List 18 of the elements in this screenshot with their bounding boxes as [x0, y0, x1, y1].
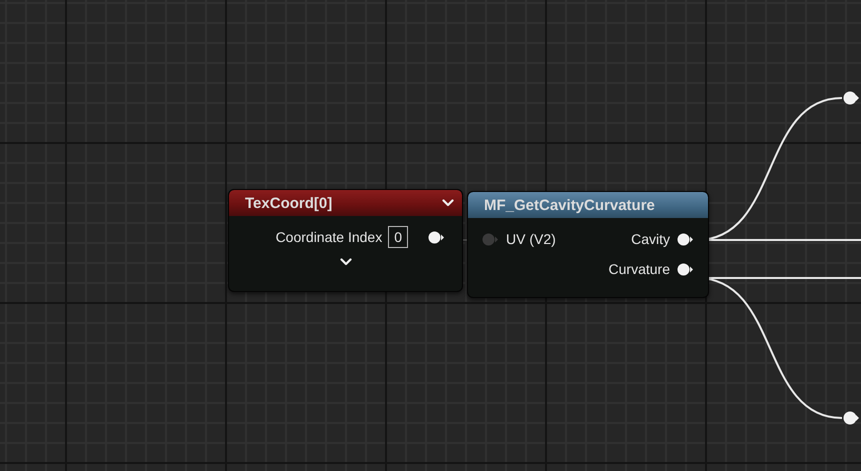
- pin-label: Cavity: [631, 231, 670, 247]
- chevron-icon[interactable]: [340, 258, 352, 266]
- pin-label: Curvature: [608, 261, 670, 277]
- pin-icon[interactable]: [428, 230, 445, 244]
- pin-icon[interactable]: [844, 92, 859, 104]
- node-title: MF_GetCavityCurvature: [484, 196, 655, 214]
- pin-icon[interactable]: [677, 232, 694, 246]
- node-card[interactable]: MF_GetCavityCurvature UV (V2) Cavity Curvature: [467, 191, 709, 298]
- node-card[interactable]: TexCoord[0] Coordinate Index 0: [228, 189, 463, 292]
- value-field[interactable]: 0: [388, 226, 408, 248]
- pin-icon[interactable]: [844, 412, 859, 424]
- pin-label: UV (V2): [506, 231, 556, 247]
- node-title: TexCoord[0]: [245, 194, 332, 212]
- pin-label: Coordinate Index: [276, 229, 382, 245]
- node-header[interactable]: TexCoord[0]: [229, 190, 462, 216]
- pin-icon[interactable]: [677, 262, 694, 276]
- chevron-icon[interactable]: [442, 199, 454, 207]
- node-header[interactable]: MF_GetCavityCurvature: [468, 192, 708, 218]
